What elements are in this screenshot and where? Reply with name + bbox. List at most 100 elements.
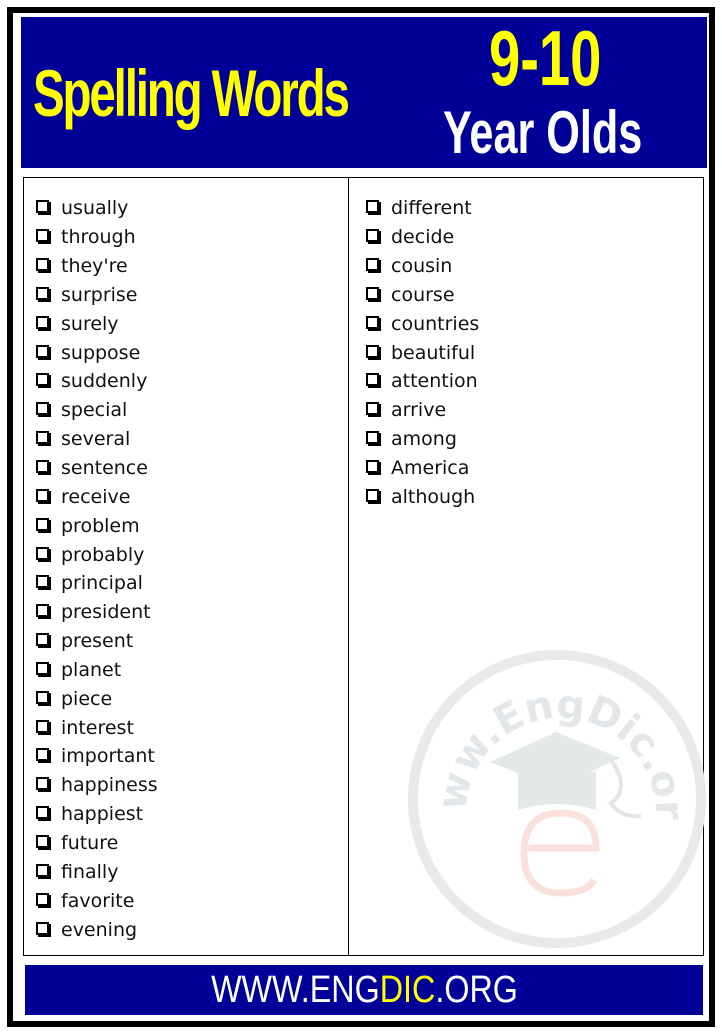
- word-item: cousin: [366, 252, 479, 281]
- word-item: decide: [366, 223, 479, 252]
- word-label: they're: [61, 255, 128, 278]
- word-label: piece: [61, 687, 113, 710]
- checkbox-icon[interactable]: [366, 344, 379, 358]
- checkbox-icon[interactable]: [36, 834, 49, 848]
- checkbox-icon[interactable]: [366, 229, 379, 243]
- checkbox-icon[interactable]: [36, 777, 49, 791]
- word-item: although: [366, 482, 479, 511]
- word-item: principal: [36, 569, 158, 598]
- word-label: future: [61, 831, 119, 854]
- column-divider: [348, 178, 349, 955]
- word-item: happiest: [36, 800, 158, 829]
- checkbox-icon[interactable]: [36, 690, 49, 704]
- word-label: sentence: [61, 457, 148, 480]
- age-range: 9-10: [489, 14, 602, 102]
- checkbox-icon[interactable]: [36, 863, 49, 877]
- checkbox-icon[interactable]: [366, 431, 379, 445]
- checkbox-icon[interactable]: [36, 229, 49, 243]
- word-item: evening: [36, 915, 158, 944]
- checkbox-icon[interactable]: [36, 315, 49, 329]
- word-item: attention: [366, 367, 479, 396]
- word-label: through: [61, 226, 136, 249]
- word-item: happiness: [36, 771, 158, 800]
- word-label: suppose: [61, 341, 141, 364]
- footer-url-prefix: WWW.ENG: [210, 968, 380, 1011]
- checkbox-icon[interactable]: [36, 200, 49, 214]
- word-item: several: [36, 425, 158, 454]
- checkbox-icon[interactable]: [366, 460, 379, 474]
- word-item: sentence: [36, 454, 158, 483]
- word-item: surely: [36, 309, 158, 338]
- word-item: suddenly: [36, 367, 158, 396]
- word-label: planet: [61, 658, 122, 681]
- word-label: probably: [61, 543, 145, 566]
- footer-url-suffix: .ORG: [434, 968, 518, 1011]
- word-item: suppose: [36, 338, 158, 367]
- word-item: course: [366, 281, 479, 310]
- word-label: special: [61, 399, 128, 422]
- footer-url-accent: DIC: [379, 968, 435, 1011]
- word-item: probably: [36, 540, 158, 569]
- checkbox-icon[interactable]: [36, 748, 49, 762]
- word-column-right: different decide cousin course countries beau…: [366, 194, 479, 511]
- word-label: interest: [61, 716, 134, 739]
- word-label: favorite: [61, 889, 135, 912]
- checkbox-icon[interactable]: [36, 719, 49, 733]
- word-item: president: [36, 598, 158, 627]
- word-label: suddenly: [61, 370, 148, 393]
- checkbox-icon[interactable]: [36, 373, 49, 387]
- checkbox-icon[interactable]: [366, 373, 379, 387]
- checkbox-icon[interactable]: [366, 488, 379, 502]
- checkbox-icon[interactable]: [36, 806, 49, 820]
- word-item: among: [366, 425, 479, 454]
- checkbox-icon[interactable]: [36, 633, 49, 647]
- checkbox-icon[interactable]: [36, 546, 49, 560]
- checkbox-icon[interactable]: [36, 258, 49, 272]
- word-label: several: [61, 428, 131, 451]
- checkbox-icon[interactable]: [36, 892, 49, 906]
- checkbox-icon[interactable]: [36, 431, 49, 445]
- word-label: different: [391, 197, 472, 220]
- checkbox-icon[interactable]: [366, 258, 379, 272]
- checkbox-icon[interactable]: [36, 286, 49, 300]
- word-item: beautiful: [366, 338, 479, 367]
- age-subtitle: Year Olds: [443, 99, 643, 166]
- word-label: principal: [61, 572, 143, 595]
- checkbox-icon[interactable]: [366, 402, 379, 416]
- checkbox-icon[interactable]: [36, 517, 49, 531]
- word-column-left: usually through they're surprise surely suppo…: [36, 194, 158, 944]
- word-item: through: [36, 223, 158, 252]
- footer-banner: WWW.ENGDIC.ORG: [25, 965, 703, 1015]
- word-label: surely: [61, 312, 119, 335]
- word-table: usually through they're surprise surely suppo…: [23, 177, 704, 956]
- word-label: present: [61, 630, 134, 653]
- word-item: surprise: [36, 281, 158, 310]
- checkbox-icon[interactable]: [366, 200, 379, 214]
- word-label: among: [391, 428, 457, 451]
- word-label: finally: [61, 860, 119, 883]
- word-item: finally: [36, 857, 158, 886]
- checkbox-icon[interactable]: [36, 921, 49, 935]
- checkbox-icon[interactable]: [366, 315, 379, 329]
- word-item: different: [366, 194, 479, 223]
- checkbox-icon[interactable]: [36, 460, 49, 474]
- checkbox-icon[interactable]: [36, 604, 49, 618]
- word-item: arrive: [366, 396, 479, 425]
- word-label: America: [391, 457, 470, 480]
- word-item: important: [36, 742, 158, 771]
- word-item: planet: [36, 656, 158, 685]
- checkbox-icon[interactable]: [366, 286, 379, 300]
- word-label: course: [391, 283, 455, 306]
- footer-url[interactable]: WWW.ENGDIC.ORG: [211, 969, 518, 1012]
- word-label: happiest: [61, 803, 144, 826]
- word-item: they're: [36, 252, 158, 281]
- word-label: evening: [61, 918, 138, 941]
- checkbox-icon[interactable]: [36, 488, 49, 502]
- checkbox-icon[interactable]: [36, 402, 49, 416]
- checkbox-icon[interactable]: [36, 344, 49, 358]
- checkbox-icon[interactable]: [36, 575, 49, 589]
- word-item: receive: [36, 482, 158, 511]
- word-label: although: [391, 485, 476, 508]
- checkbox-icon[interactable]: [36, 661, 49, 675]
- word-label: beautiful: [391, 341, 476, 364]
